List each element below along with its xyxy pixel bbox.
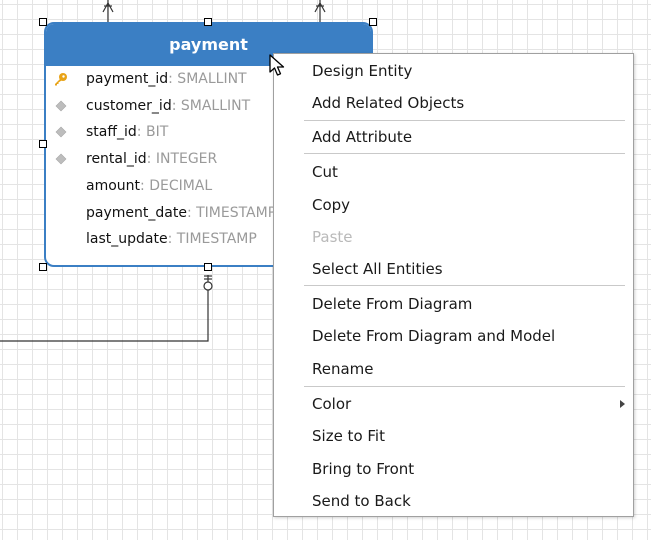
context-menu: Design Entity Add Related Objects Add At… [273,53,634,517]
submenu-arrow-icon [620,400,625,408]
menu-item-rename[interactable]: Rename [274,354,633,384]
attribute-type: : SMALLINT [168,71,247,87]
foreign-key-icon [55,153,67,165]
attribute-type: : TIMESTAMP [186,205,277,221]
menu-item-design-entity[interactable]: Design Entity [274,56,633,86]
attribute-type: : TIMESTAMP [167,231,257,247]
attribute-name: payment_date [86,205,187,221]
menu-separator [304,386,625,387]
resize-handle-left[interactable] [39,140,47,148]
mouse-cursor-icon [269,54,285,76]
attribute-name: rental_id [86,151,147,167]
resize-handle-top-left[interactable] [39,18,47,26]
resize-handle-bottom-left[interactable] [39,263,47,271]
menu-item-bring-to-front[interactable]: Bring to Front [274,454,633,484]
attribute-name: amount [86,178,141,194]
attribute-name: payment_id [86,71,169,87]
attribute-type: : INTEGER [146,151,218,167]
resize-handle-top[interactable] [204,18,212,26]
menu-item-add-attribute[interactable]: Add Attribute [274,122,633,152]
menu-item-send-to-back[interactable]: Send to Back [274,486,633,516]
menu-separator [304,153,625,154]
foreign-key-icon [55,126,67,138]
attribute-type: : SMALLINT [171,98,251,114]
menu-item-cut[interactable]: Cut [274,157,633,187]
menu-item-add-related-objects[interactable]: Add Related Objects [274,88,633,118]
attribute-type: : DECIMAL [140,178,213,194]
menu-item-delete-from-diagram[interactable]: Delete From Diagram [274,289,633,319]
menu-item-paste: Paste [312,228,353,246]
menu-item-color[interactable]: Color [274,389,633,419]
resize-handle-bottom[interactable] [204,263,212,271]
attribute-name: customer_id [86,98,172,114]
resize-handle-top-right[interactable] [369,18,377,26]
attribute-type: : BIT [136,124,169,140]
attribute-name: last_update [86,231,168,247]
menu-item-copy[interactable]: Copy [274,190,633,220]
attribute-name: staff_id [86,124,137,140]
menu-item-select-all-entities[interactable]: Select All Entities [274,254,633,284]
primary-key-icon [55,73,67,86]
menu-item-delete-from-diagram-and-model[interactable]: Delete From Diagram and Model [274,321,633,351]
menu-item-size-to-fit[interactable]: Size to Fit [274,421,633,451]
foreign-key-icon [55,100,67,112]
menu-separator [304,285,625,286]
menu-separator [304,120,625,121]
